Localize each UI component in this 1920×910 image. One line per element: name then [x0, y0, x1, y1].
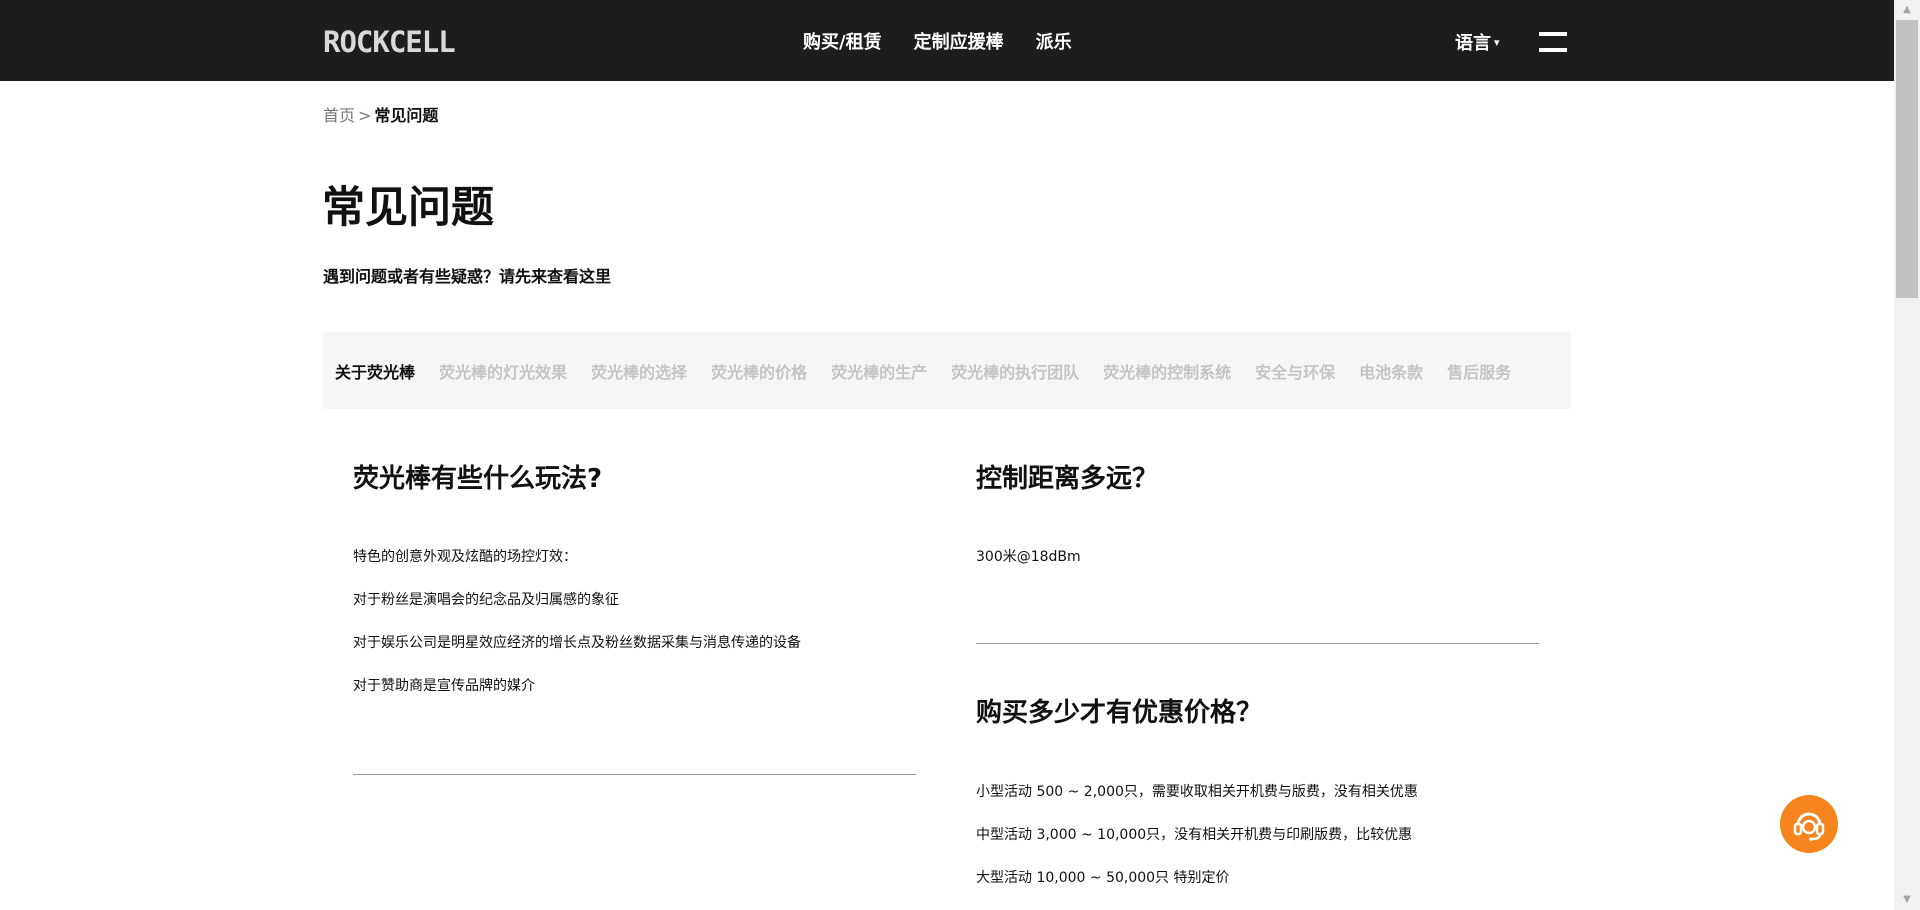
faq-answer-line: 对于娱乐公司是明星效应经济的增长点及粉丝数据采集与消息传递的设备 — [353, 635, 801, 651]
faq-answer: 300米@18dBm — [976, 547, 1081, 567]
scroll-down-arrow-icon[interactable]: ▼ — [1894, 890, 1920, 910]
faq-answer-line: 300米@18dBm — [976, 549, 1081, 565]
scroll-thumb[interactable] — [1896, 20, 1918, 298]
nav-buy-rent[interactable]: 购买/租赁 — [803, 28, 882, 54]
breadcrumb: 首页 > 常见问题 — [323, 102, 438, 126]
tab-safety[interactable]: 安全与环保 — [1255, 359, 1335, 383]
tab-selection[interactable]: 荧光棒的选择 — [591, 359, 687, 383]
faq-divider — [976, 643, 1539, 644]
rockcell-logo[interactable]: ROCKCELL — [323, 27, 456, 57]
breadcrumb-separator: > — [358, 106, 372, 125]
caret-down-icon: ▾ — [1494, 36, 1500, 49]
faq-question: 控制距离多远？ — [976, 464, 1159, 494]
faq-category-tabs: 关于荧光棒 荧光棒的灯光效果 荧光棒的选择 荧光棒的价格 荧光棒的生产 荧光棒的… — [323, 332, 1571, 409]
tab-control-system[interactable]: 荧光棒的控制系统 — [1103, 359, 1231, 383]
page-scrollbar[interactable]: ▲ ▼ — [1894, 0, 1920, 910]
main-nav: 购买/租赁 定制应援棒 派乐 — [803, 0, 1104, 81]
faq-answer-line: 特色的创意外观及炫酷的场控灯效： — [353, 549, 577, 565]
headset-icon — [1793, 812, 1825, 841]
language-label: 语言 — [1455, 33, 1491, 54]
faq-question: 购买多少才有优惠价格？ — [976, 698, 1263, 728]
scroll-up-arrow-icon[interactable]: ▲ — [1894, 0, 1920, 20]
faq-item: 荧光棒有些什么玩法? — [353, 463, 602, 495]
tab-about-lightstick[interactable]: 关于荧光棒 — [335, 359, 415, 383]
language-selector[interactable]: 语言 ▾ — [1455, 29, 1500, 55]
tab-execution-team[interactable]: 荧光棒的执行团队 — [951, 359, 1079, 383]
faq-answer-line: 对于赞助商是宣传品牌的媒介 — [353, 678, 535, 694]
faq-question: 荧光棒有些什么玩法? — [353, 464, 603, 494]
customer-service-button[interactable] — [1780, 795, 1838, 853]
nav-custom-lightstick[interactable]: 定制应援棒 — [914, 28, 1004, 54]
nav-paile[interactable]: 派乐 — [1036, 28, 1072, 54]
faq-divider — [353, 774, 916, 775]
faq-answer-line: 对于粉丝是演唱会的纪念品及归属感的象征 — [353, 592, 619, 608]
menu-icon[interactable] — [1539, 32, 1567, 52]
faq-answer-line: 大型活动 10,000 ~ 50,000只 特别定价 — [976, 870, 1230, 886]
faq-answer: 小型活动 500 ~ 2,000只，需要收取相关开机费与版费，没有相关优惠 中型… — [976, 782, 1418, 888]
tab-price[interactable]: 荧光棒的价格 — [711, 359, 807, 383]
tab-after-sales[interactable]: 售后服务 — [1447, 359, 1511, 383]
breadcrumb-current: 常见问题 — [374, 106, 439, 125]
tab-light-effects[interactable]: 荧光棒的灯光效果 — [439, 359, 567, 383]
tab-production[interactable]: 荧光棒的生产 — [831, 359, 927, 383]
faq-answer-line: 中型活动 3,000 ~ 10,000只，没有相关开机费与印刷版费，比较优惠 — [976, 827, 1413, 843]
faq-item: 控制距离多远？ — [976, 463, 1158, 495]
tab-battery-terms[interactable]: 电池条款 — [1359, 359, 1423, 383]
faq-answer: 特色的创意外观及炫酷的场控灯效： 对于粉丝是演唱会的纪念品及归属感的象征 对于娱… — [353, 547, 801, 696]
faq-answer-line: 小型活动 500 ~ 2,000只，需要收取相关开机费与版费，没有相关优惠 — [976, 784, 1418, 800]
page-subtitle: 遇到问题或者有些疑惑？请先来查看这里 — [323, 267, 612, 286]
page-title: 常见问题 — [322, 183, 494, 233]
breadcrumb-home[interactable]: 首页 — [323, 106, 355, 125]
top-header: ROCKCELL 购买/租赁 定制应援棒 派乐 语言 ▾ — [0, 0, 1894, 81]
faq-item: 购买多少才有优惠价格？ — [976, 697, 1262, 729]
